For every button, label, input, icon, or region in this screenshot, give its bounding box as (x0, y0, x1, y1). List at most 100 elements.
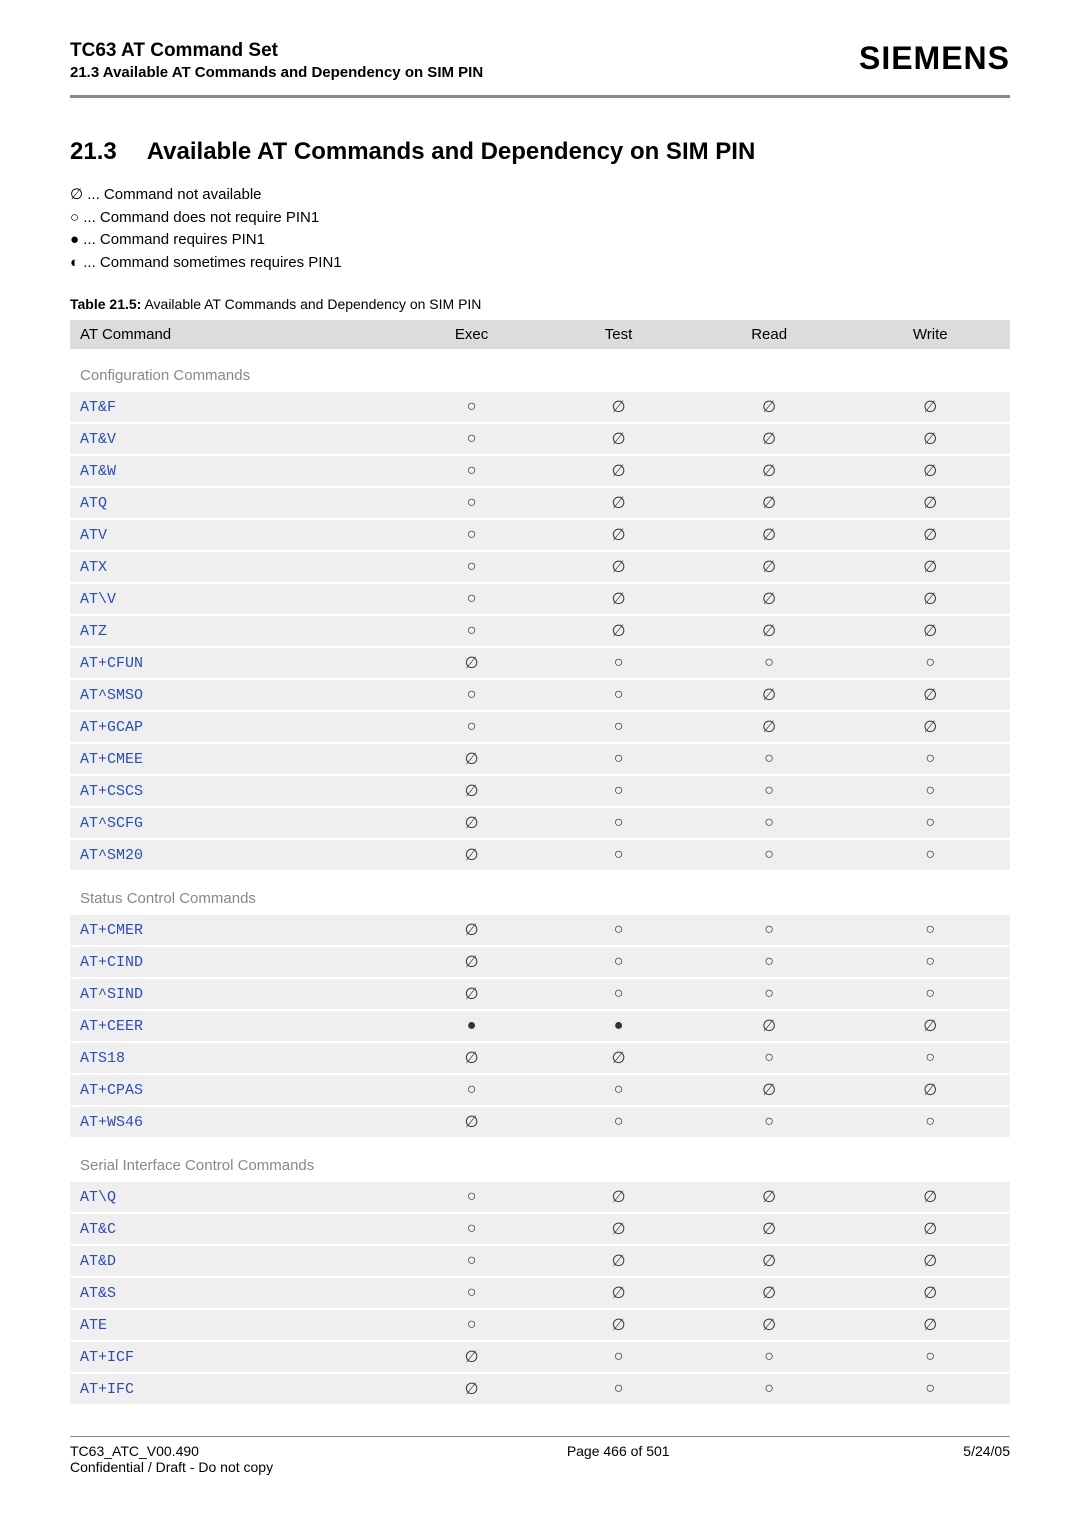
legend: ∅ ... Command not available ○ ... Comman… (70, 184, 1010, 274)
group-serial-label: Serial Interface Control Commands (70, 1138, 1010, 1181)
col-read: Read (688, 320, 851, 349)
cmd-link[interactable]: ATQ (80, 495, 107, 512)
cell-read: ∅ (688, 1309, 851, 1341)
cell-exec: ○ (394, 519, 549, 551)
cell-write: ○ (851, 914, 1011, 946)
footer-confidential: Confidential / Draft - Do not copy (70, 1459, 273, 1475)
footer-left: TC63_ATC_V00.490 Confidential / Draft - … (70, 1443, 273, 1475)
table-row: AT^SMSO○○∅∅ (70, 679, 1010, 711)
table-row: ATV○∅∅∅ (70, 519, 1010, 551)
cell-test: ● (549, 1010, 687, 1042)
cmd-link[interactable]: AT&V (80, 431, 116, 448)
cmd-link[interactable]: AT^SIND (80, 986, 143, 1003)
table-row: ATX○∅∅∅ (70, 551, 1010, 583)
cmd-link[interactable]: AT+CMER (80, 922, 143, 939)
cell-read: ∅ (688, 711, 851, 743)
cell-test: ∅ (549, 551, 687, 583)
cmd-link[interactable]: ATX (80, 559, 107, 576)
cmd-link[interactable]: AT\V (80, 591, 116, 608)
cmd-link[interactable]: AT+CFUN (80, 655, 143, 672)
cell-write: ○ (851, 647, 1011, 679)
footer-page: Page 466 of 501 (567, 1443, 670, 1475)
cell-test: ∅ (549, 1309, 687, 1341)
cmd-link[interactable]: AT\Q (80, 1189, 116, 1206)
cmd-link[interactable]: ATS18 (80, 1050, 125, 1067)
cell-test: ∅ (549, 1277, 687, 1309)
cell-exec: ∅ (394, 1341, 549, 1373)
cmd-link[interactable]: AT&C (80, 1221, 116, 1238)
cmd-link[interactable]: ATZ (80, 623, 107, 640)
cmd-link[interactable]: AT+CSCS (80, 783, 143, 800)
cmd-link[interactable]: AT&D (80, 1253, 116, 1270)
table-row: AT+IFC∅○○○ (70, 1373, 1010, 1405)
cell-read: ∅ (688, 583, 851, 615)
cell-exec: ○ (394, 679, 549, 711)
cell-test: ○ (549, 1074, 687, 1106)
cell-test: ∅ (549, 583, 687, 615)
cmd-link[interactable]: AT+CEER (80, 1018, 143, 1035)
cell-write: ○ (851, 1341, 1011, 1373)
cell-write: ○ (851, 946, 1011, 978)
group-status: Status Control Commands (70, 871, 1010, 914)
col-test: Test (549, 320, 687, 349)
cmd-link[interactable]: AT+IFC (80, 1381, 134, 1398)
cmd-link[interactable]: AT+CIND (80, 954, 143, 971)
table-row: AT+ICF∅○○○ (70, 1341, 1010, 1373)
legend-line-1: ∅ ... Command not available (70, 184, 1010, 207)
cmd-link[interactable]: AT&S (80, 1285, 116, 1302)
cell-exec: ○ (394, 583, 549, 615)
table-row: AT&C○∅∅∅ (70, 1213, 1010, 1245)
cell-read: ○ (688, 1341, 851, 1373)
cmd-link[interactable]: AT&F (80, 399, 116, 416)
cmd-link[interactable]: AT+WS46 (80, 1114, 143, 1131)
cell-test: ∅ (549, 1181, 687, 1213)
cell-read: ○ (688, 775, 851, 807)
cell-write: ∅ (851, 519, 1011, 551)
cmd-link[interactable]: AT+ICF (80, 1349, 134, 1366)
cell-exec: ∅ (394, 743, 549, 775)
cell-test: ∅ (549, 615, 687, 647)
cmd-link[interactable]: AT^SCFG (80, 815, 143, 832)
cmd-link[interactable]: AT^SM20 (80, 847, 143, 864)
cell-write: ∅ (851, 615, 1011, 647)
cell-write: ○ (851, 1042, 1011, 1074)
cell-test: ○ (549, 946, 687, 978)
cell-read: ∅ (688, 1213, 851, 1245)
cell-read: ○ (688, 647, 851, 679)
cell-test: ∅ (549, 1245, 687, 1277)
cmd-link[interactable]: AT+CPAS (80, 1082, 143, 1099)
table-caption: Table 21.5: Available AT Commands and De… (70, 296, 1010, 312)
cmd-link[interactable]: AT&W (80, 463, 116, 480)
cell-read: ∅ (688, 455, 851, 487)
cell-exec: ○ (394, 1213, 549, 1245)
cmd-link[interactable]: AT^SMSO (80, 687, 143, 704)
cmd-link[interactable]: AT+GCAP (80, 719, 143, 736)
cell-write: ○ (851, 1106, 1011, 1138)
table-row: AT^SCFG∅○○○ (70, 807, 1010, 839)
cell-exec: ∅ (394, 775, 549, 807)
table-row: AT&D○∅∅∅ (70, 1245, 1010, 1277)
cmd-link[interactable]: ATV (80, 527, 107, 544)
cell-test: ∅ (549, 455, 687, 487)
cell-test: ○ (549, 647, 687, 679)
cell-exec: ○ (394, 711, 549, 743)
cell-exec: ∅ (394, 946, 549, 978)
cell-write: ○ (851, 839, 1011, 871)
cell-read: ∅ (688, 1010, 851, 1042)
cell-write: ∅ (851, 1010, 1011, 1042)
cmd-link[interactable]: AT+CMEE (80, 751, 143, 768)
cell-test: ○ (549, 978, 687, 1010)
cell-test: ○ (549, 1106, 687, 1138)
cell-write: ∅ (851, 1181, 1011, 1213)
cell-test: ○ (549, 1341, 687, 1373)
cell-write: ∅ (851, 1277, 1011, 1309)
cell-write: ∅ (851, 1213, 1011, 1245)
table-row: AT^SM20∅○○○ (70, 839, 1010, 871)
cell-read: ○ (688, 807, 851, 839)
cell-exec: ∅ (394, 978, 549, 1010)
table-row: AT^SIND∅○○○ (70, 978, 1010, 1010)
table-row: AT\Q○∅∅∅ (70, 1181, 1010, 1213)
table-row: AT&S○∅∅∅ (70, 1277, 1010, 1309)
cmd-link[interactable]: ATE (80, 1317, 107, 1334)
section-number: 21.3 (70, 138, 117, 166)
